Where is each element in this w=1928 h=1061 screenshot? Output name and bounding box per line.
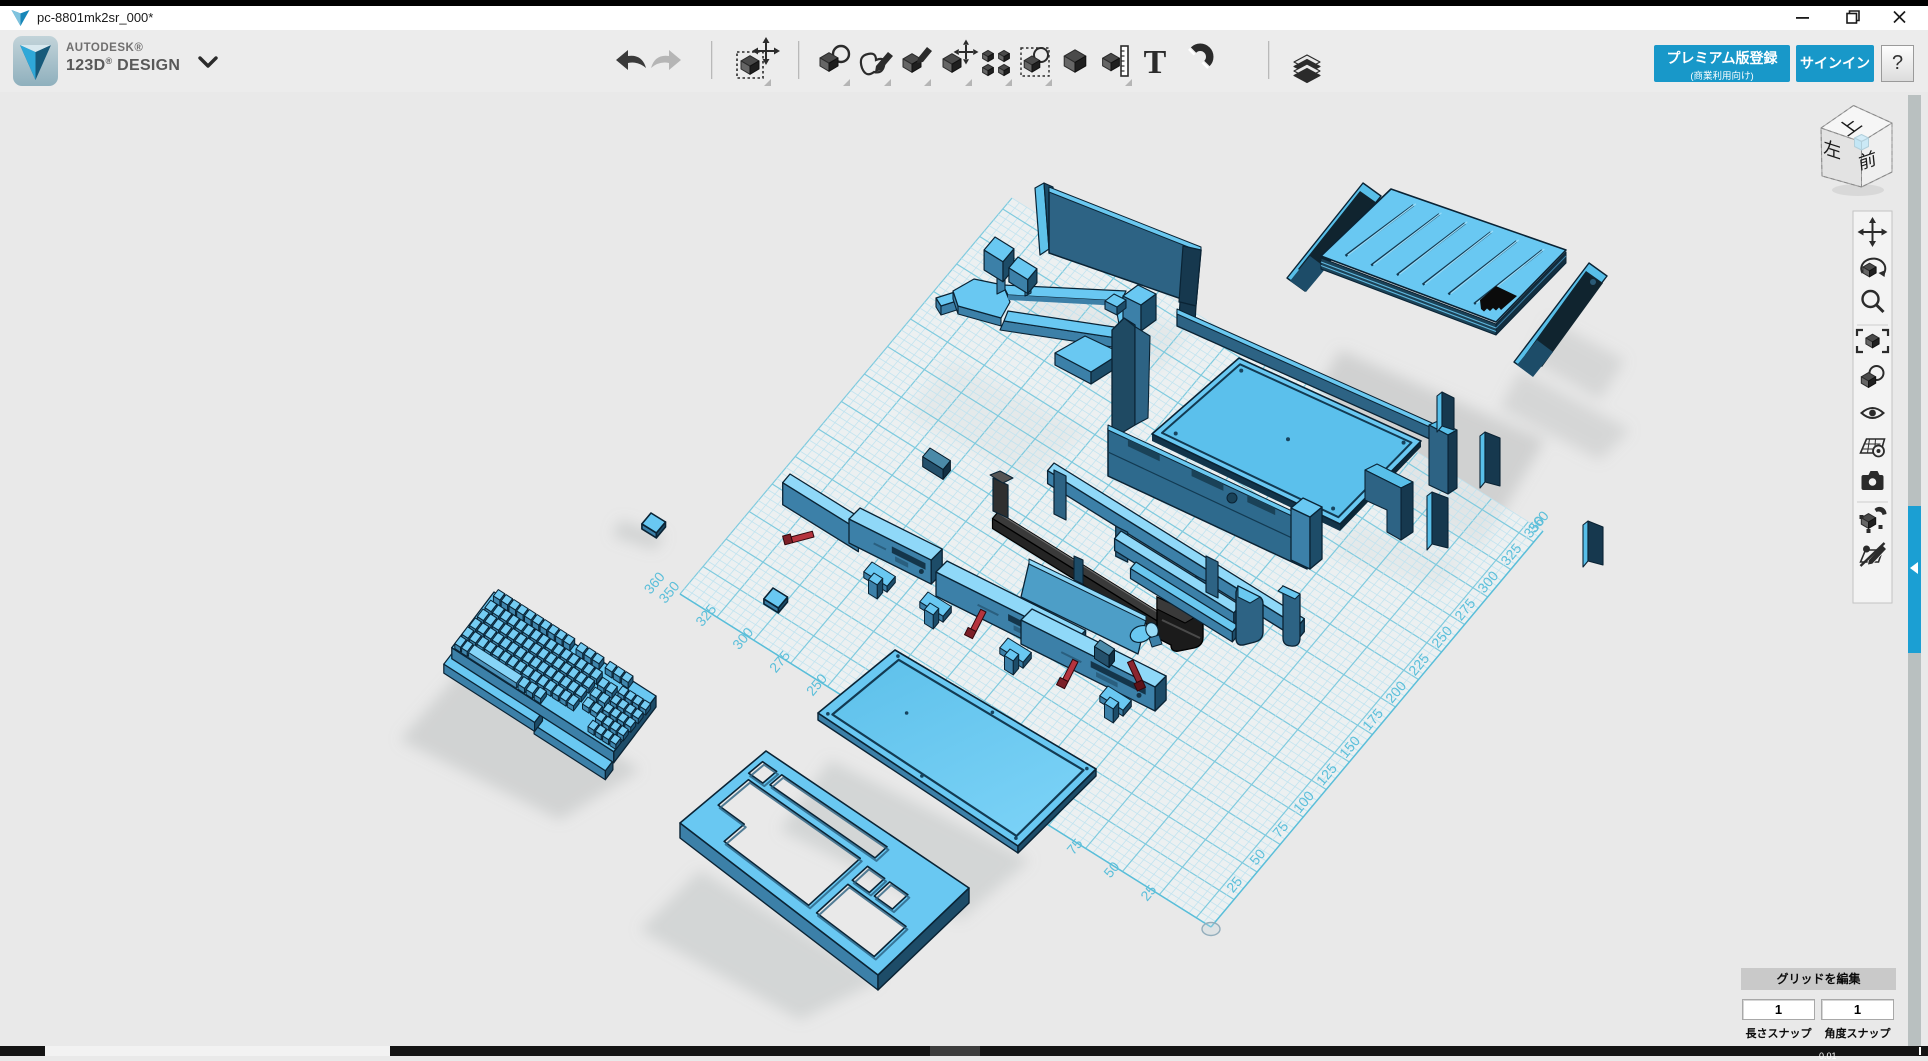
svg-text:T: T <box>1144 44 1167 81</box>
